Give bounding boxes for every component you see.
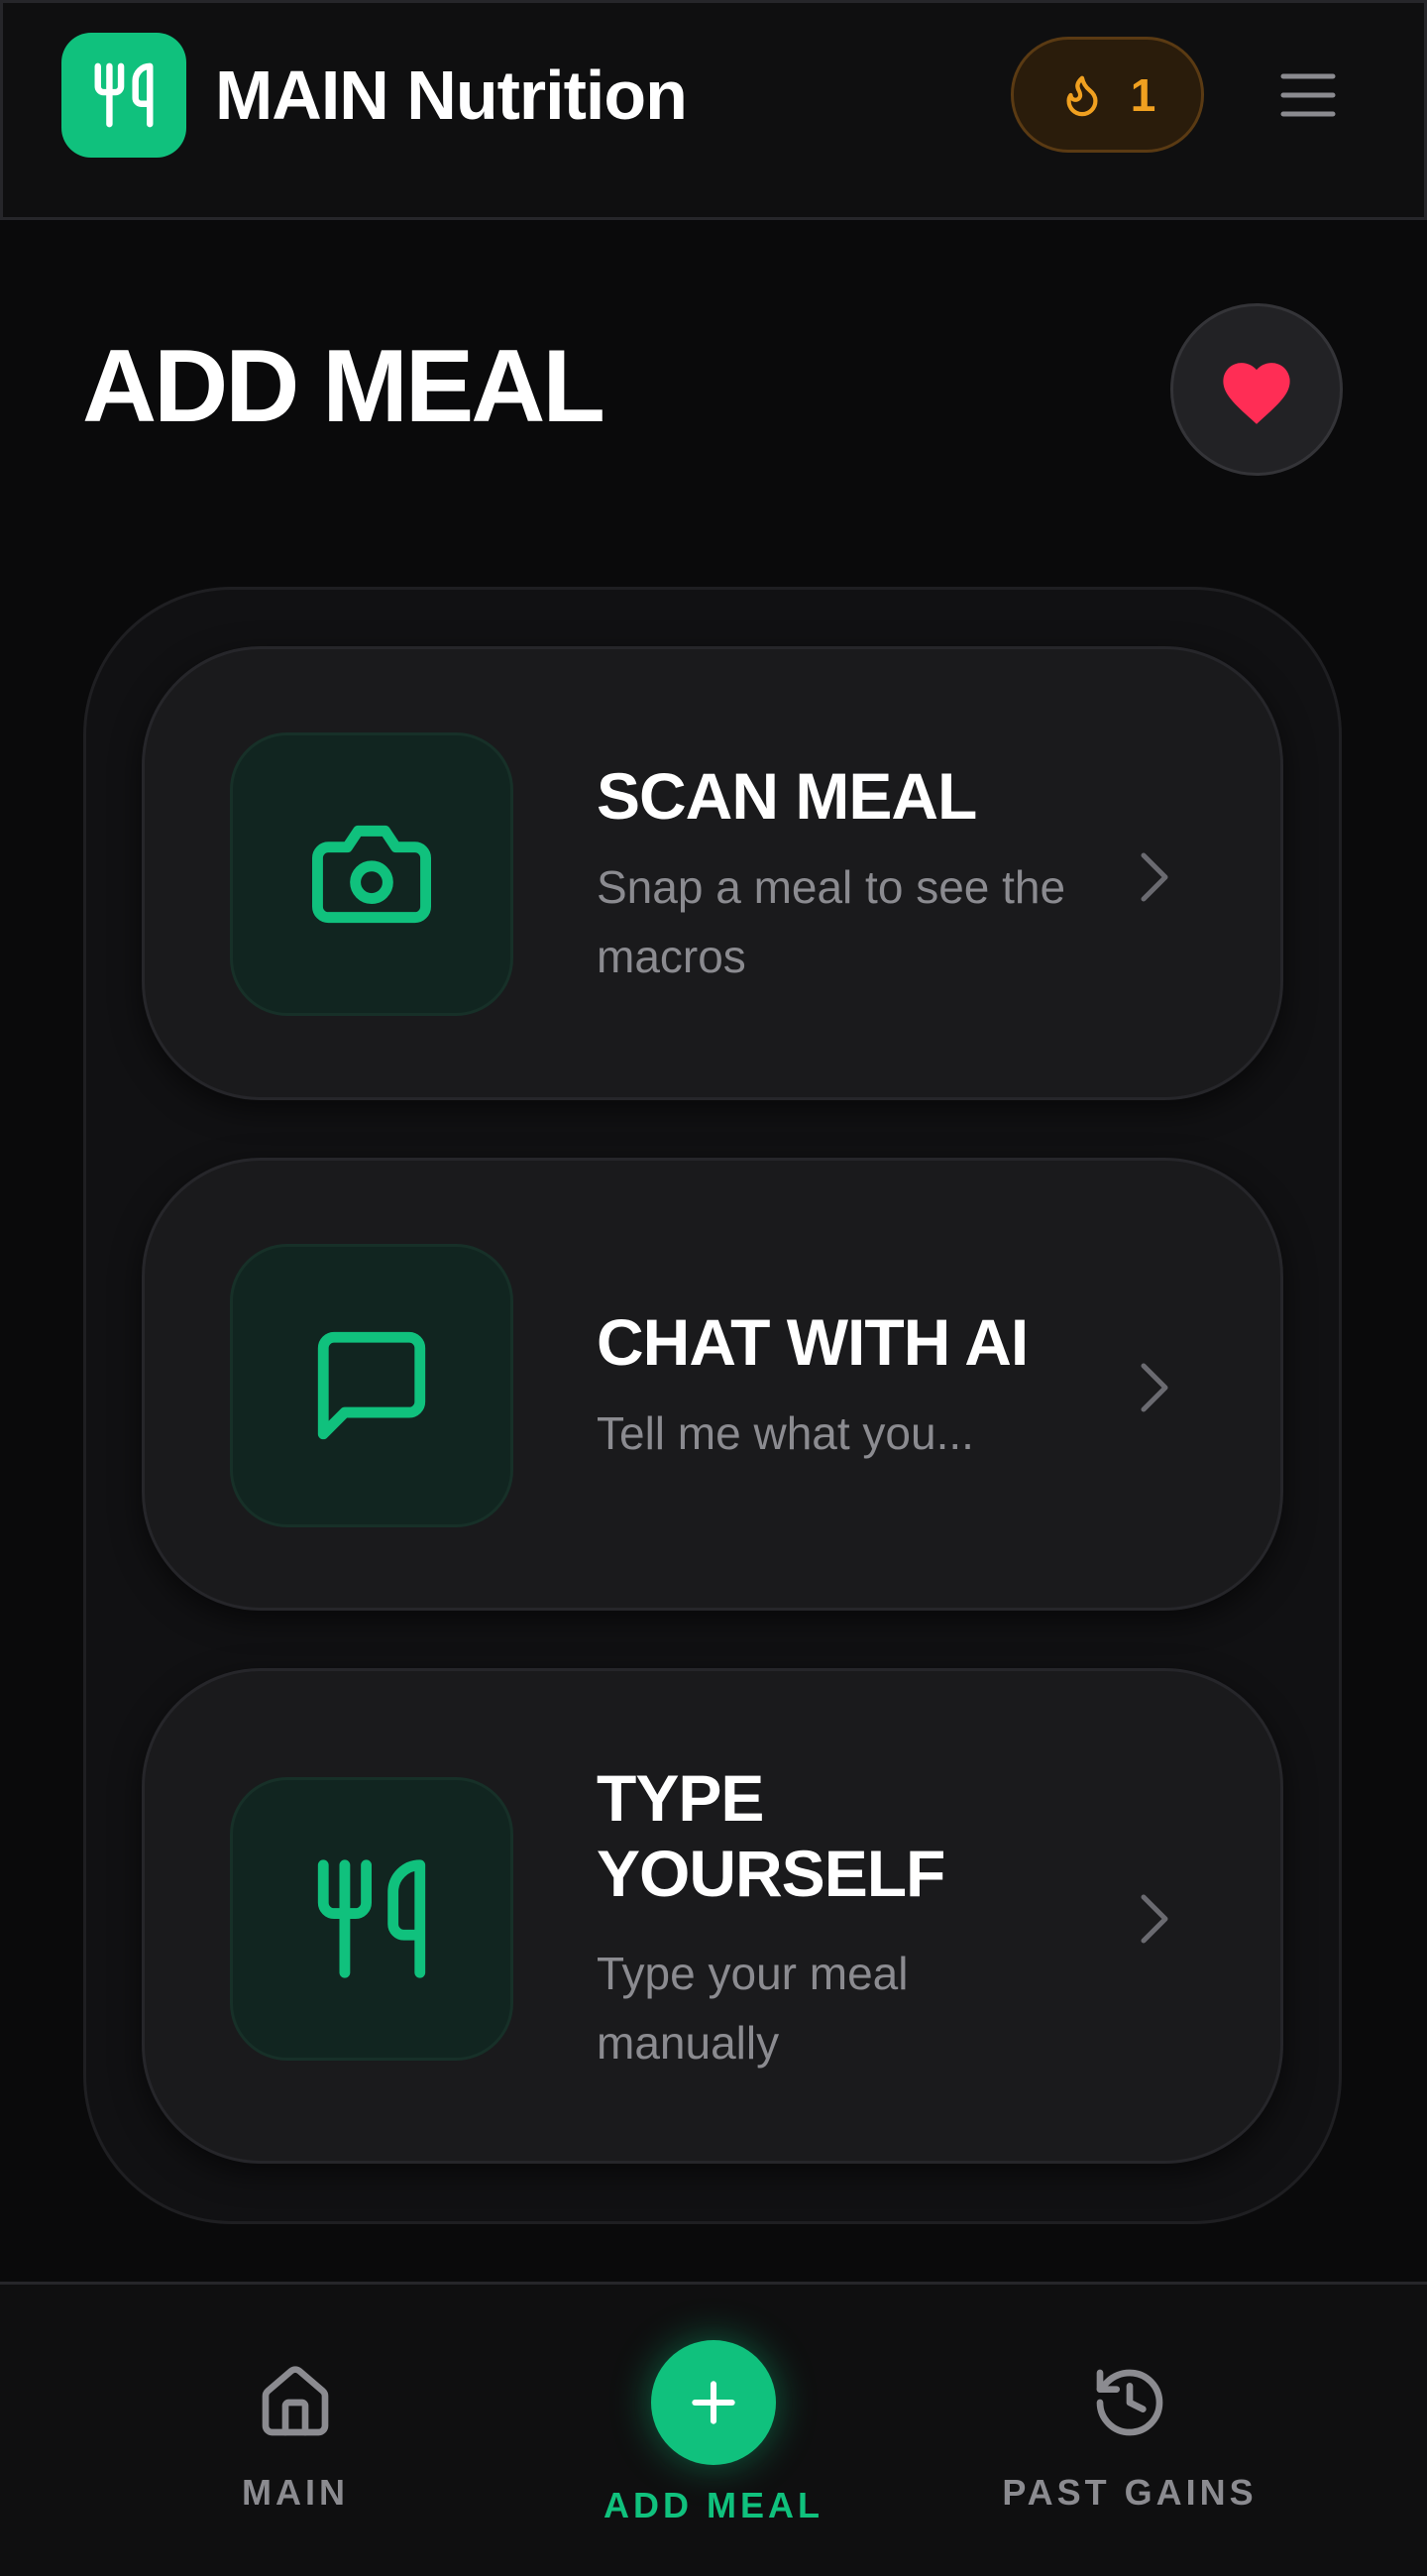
app-title: MAIN Nutrition bbox=[215, 56, 688, 134]
nav-label: PAST GAINS bbox=[1002, 2472, 1258, 2513]
page-title: ADD MEAL bbox=[82, 329, 605, 444]
option-title: CHAT WITH AI bbox=[597, 1305, 1029, 1379]
type-yourself-option[interactable]: TYPE YOURSELF Type your meal manually bbox=[142, 1668, 1283, 2164]
camera-icon bbox=[312, 825, 431, 924]
streak-badge[interactable]: 1 bbox=[1011, 37, 1204, 153]
nav-label: MAIN bbox=[242, 2472, 349, 2513]
flame-icon bbox=[1066, 75, 1098, 116]
chat-with-ai-option[interactable]: CHAT WITH AI Tell me what you... bbox=[142, 1158, 1283, 1611]
option-title: TYPE YOURSELF bbox=[597, 1761, 945, 1910]
nav-item-add-meal[interactable]: ADD MEAL bbox=[585, 2340, 842, 2526]
option-icon-tile bbox=[230, 1777, 513, 2061]
option-description: Type your meal manually bbox=[597, 1948, 909, 2069]
plus-icon bbox=[692, 2381, 735, 2424]
option-icon-tile bbox=[230, 732, 513, 1016]
streak-count: 1 bbox=[1130, 68, 1156, 121]
favorite-button[interactable] bbox=[1170, 303, 1343, 476]
chevron-right-icon bbox=[1141, 1894, 1168, 1944]
nav-item-past-gains[interactable]: PAST GAINS bbox=[981, 2363, 1278, 2514]
hamburger-menu-icon bbox=[1280, 73, 1336, 117]
fork-knife-icon bbox=[94, 62, 154, 128]
chevron-right-icon bbox=[1141, 852, 1168, 902]
add-meal-fab[interactable] bbox=[651, 2340, 776, 2465]
option-description: Tell me what you... bbox=[597, 1407, 974, 1459]
nav-label: ADD MEAL bbox=[604, 2485, 823, 2525]
option-icon-tile bbox=[230, 1244, 513, 1527]
home-icon bbox=[262, 2366, 329, 2436]
chevron-right-icon bbox=[1141, 1363, 1168, 1412]
fork-knife-icon bbox=[317, 1859, 426, 1978]
app-header: MAIN Nutrition 1 bbox=[0, 0, 1427, 220]
nav-item-main[interactable]: MAIN bbox=[196, 2363, 394, 2514]
heart-icon bbox=[1223, 363, 1290, 424]
app-logo[interactable] bbox=[61, 33, 186, 158]
chat-bubble-icon bbox=[317, 1331, 426, 1440]
option-title: SCAN MEAL bbox=[597, 759, 977, 833]
menu-button[interactable] bbox=[1277, 64, 1339, 126]
scan-meal-option[interactable]: SCAN MEAL Snap a meal to see the macros bbox=[142, 646, 1283, 1100]
option-description: Snap a meal to see the macros bbox=[597, 861, 1066, 982]
history-icon bbox=[1096, 2369, 1163, 2436]
